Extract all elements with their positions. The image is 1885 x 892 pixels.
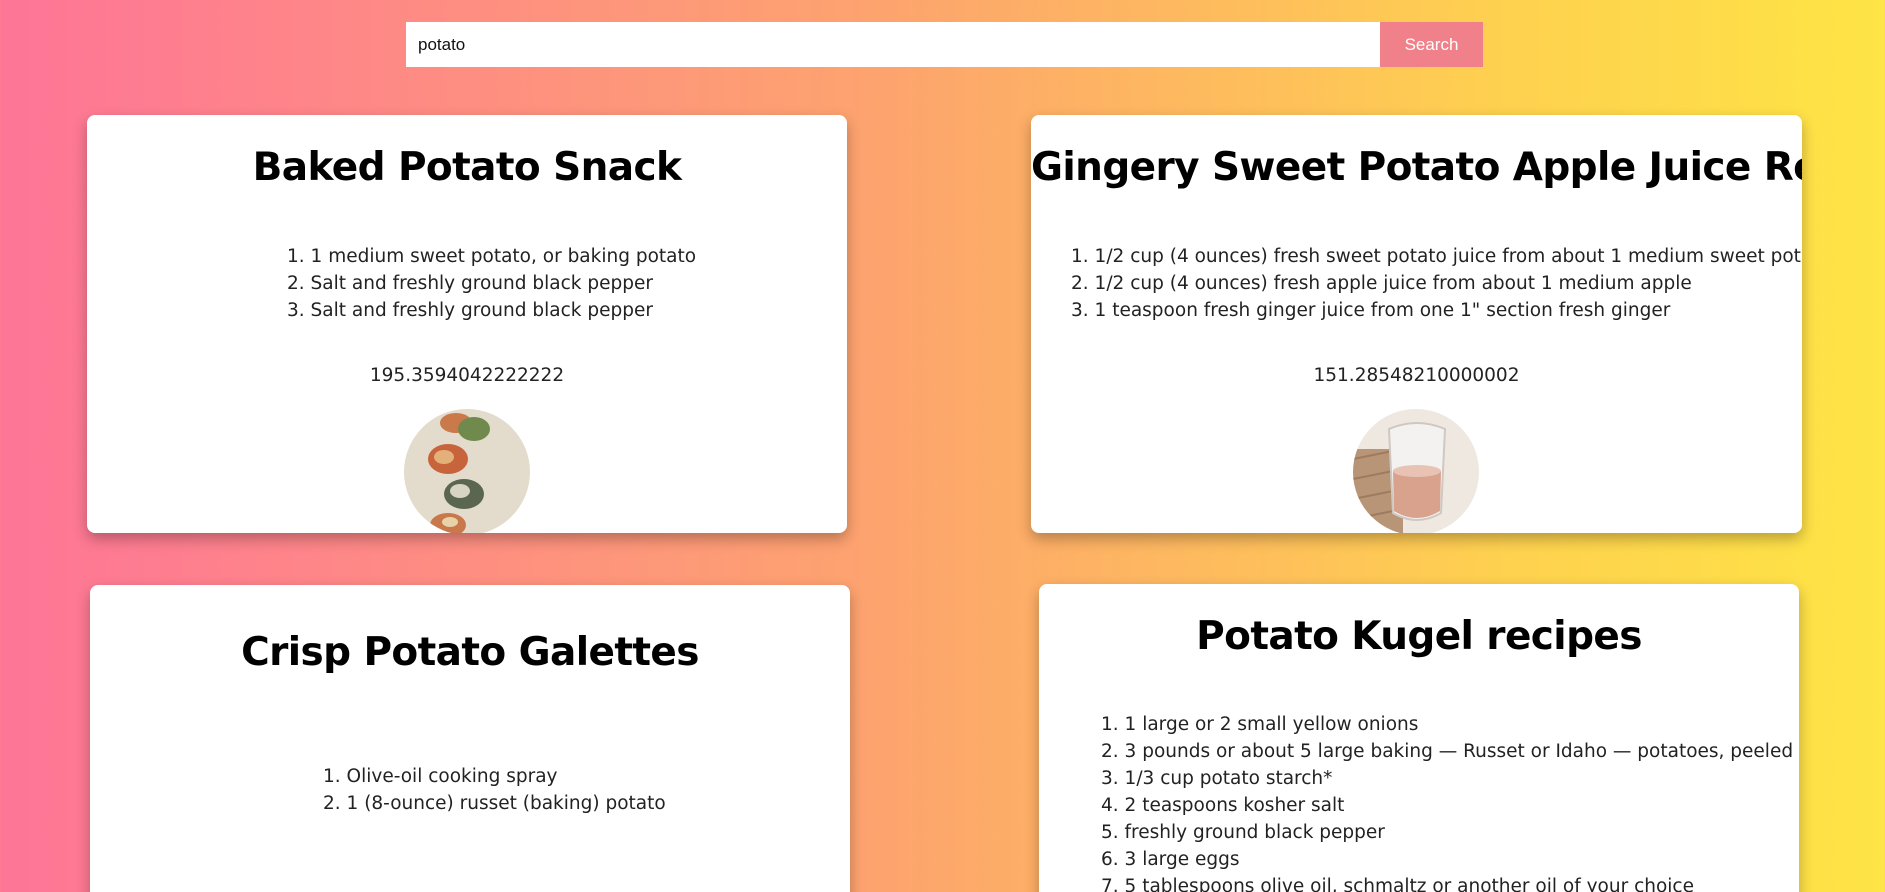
search-input[interactable]	[406, 22, 1380, 67]
recipe-title: Potato Kugel recipes	[1196, 614, 1642, 659]
ingredient-item: 2. 3 pounds or about 5 large baking — Ru…	[1101, 741, 1794, 762]
ingredient-list: 1. 1 large or 2 small yellow onions 2. 3…	[1101, 711, 1793, 892]
juice-glass-photo	[1353, 409, 1479, 533]
recipe-card: Gingery Sweet Potato Apple Juice Recipe …	[1031, 115, 1802, 533]
ingredient-item: 3. Salt and freshly ground black pepper	[287, 300, 653, 321]
ingredient-item: 1. 1/2 cup (4 ounces) fresh sweet potato…	[1071, 246, 1802, 267]
recipe-card: Potato Kugel recipes 1. 1 large or 2 sma…	[1039, 584, 1799, 892]
recipe-card: Baked Potato Snack 1. 1 medium sweet pot…	[87, 115, 847, 533]
ingredient-item: 2. 1/2 cup (4 ounces) fresh apple juice …	[1071, 273, 1692, 294]
recipe-card: Crisp Potato Galettes 1. Olive-oil cooki…	[90, 585, 850, 892]
baked-potato-snack-photo	[404, 409, 530, 533]
recipe-title: Crisp Potato Galettes	[241, 630, 699, 675]
ingredient-item: 2. 1 (8-ounce) russet (baking) potato	[323, 793, 666, 814]
ingredient-item: 5. freshly ground black pepper	[1101, 822, 1385, 843]
ingredient-item: 6. 3 large eggs	[1101, 849, 1240, 870]
recipe-title: Baked Potato Snack	[252, 145, 682, 190]
ingredient-item: 2. Salt and freshly ground black pepper	[287, 273, 653, 294]
calorie-value: 151.28548210000002	[1313, 365, 1520, 386]
ingredient-item: 1. 1 large or 2 small yellow onions	[1101, 714, 1419, 735]
calorie-value: 195.3594042222222	[369, 365, 565, 386]
ingredient-item: 1. 1 medium sweet potato, or baking pota…	[287, 246, 697, 267]
ingredient-item: 3. 1 teaspoon fresh ginger juice from on…	[1071, 300, 1671, 321]
ingredient-item: 7. 5 tablespoons olive oil, schmaltz or …	[1101, 876, 1694, 892]
search-button[interactable]: Search	[1380, 22, 1483, 67]
search-bar: Search	[406, 22, 1483, 67]
ingredient-list: 1. 1/2 cup (4 ounces) fresh sweet potato…	[1071, 243, 1802, 324]
ingredient-item: 1. Olive-oil cooking spray	[323, 766, 558, 787]
ingredient-item: 3. 1/3 cup potato starch*	[1101, 768, 1333, 789]
ingredient-list: 1. 1 medium sweet potato, or baking pota…	[287, 243, 696, 324]
ingredient-item: 4. 2 teaspoons kosher salt	[1101, 795, 1345, 816]
ingredient-list: 1. Olive-oil cooking spray 2. 1 (8-ounce…	[323, 763, 666, 817]
recipe-title: Gingery Sweet Potato Apple Juice Recipe	[1031, 145, 1802, 190]
